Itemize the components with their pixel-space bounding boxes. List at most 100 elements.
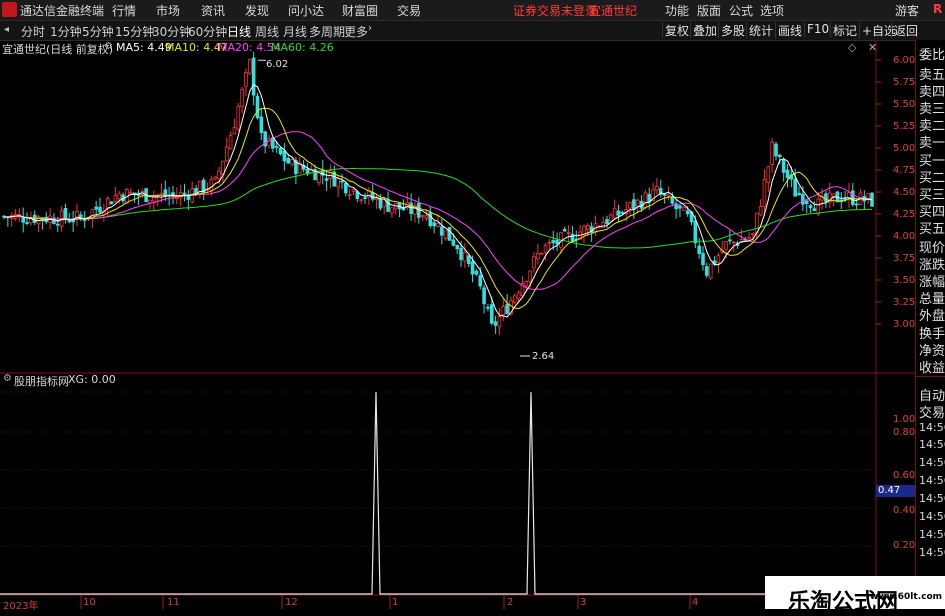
menu-xuanxiang[interactable]: 选项 xyxy=(760,2,784,19)
candle-body xyxy=(428,212,433,227)
period-5min[interactable]: 5分钟 xyxy=(82,23,114,40)
btn-huaxian[interactable]: 画线 xyxy=(775,22,804,38)
btn-diejia[interactable]: 叠加 xyxy=(690,22,719,38)
candle-body xyxy=(224,146,229,162)
menu-wenxiaoda[interactable]: 问小达 xyxy=(288,2,324,19)
period-toolbar: ◂ 分时 1分钟 5分钟 15分钟 30分钟 60分钟 日线 周线 月线 多周期… xyxy=(0,21,945,41)
period-more[interactable]: 更多 xyxy=(344,23,368,40)
candle-body xyxy=(655,185,659,191)
high-annotation: 6.02 xyxy=(266,59,289,70)
btn-fuquan[interactable]: 复权 xyxy=(662,22,691,38)
menu-gongneng[interactable]: 功能 xyxy=(665,2,689,19)
menu-hangqing[interactable]: 行情 xyxy=(112,2,136,19)
period-15min[interactable]: 15分钟 xyxy=(115,23,154,40)
candle-body xyxy=(847,192,851,199)
candle-body xyxy=(470,261,475,275)
candle-body xyxy=(363,197,367,199)
candle-body xyxy=(409,202,413,215)
period-60min[interactable]: 60分钟 xyxy=(188,23,227,40)
candle-body xyxy=(708,263,713,279)
candle-body xyxy=(359,199,363,202)
candle-body xyxy=(662,193,667,196)
candle-body xyxy=(612,207,617,219)
candle-body xyxy=(754,212,759,234)
indicator-current-value: 0.47 xyxy=(876,485,916,497)
candle-body xyxy=(824,193,828,203)
time-tick: 1 xyxy=(392,597,399,608)
menu-shichang[interactable]: 市场 xyxy=(156,2,180,19)
time-tick: 4 xyxy=(692,597,699,608)
time-tick: 2 xyxy=(507,597,514,608)
menu-banmian[interactable]: 版面 xyxy=(697,2,721,19)
candle-body xyxy=(601,222,605,229)
candle-body xyxy=(440,226,444,236)
period-fenshi[interactable]: 分时 xyxy=(21,23,45,40)
candle-body xyxy=(282,150,287,162)
period-multi[interactable]: 多周期 xyxy=(309,23,345,40)
tick-time: 14:56 xyxy=(919,510,945,523)
menu-jiaoyi[interactable]: 交易 xyxy=(397,2,421,19)
right-quote-panel: 委比 卖五 卖四 卖三 卖二 卖一 买一 买二 买三 买四 买五 现价 涨跌 涨… xyxy=(915,40,945,609)
candle-body xyxy=(774,143,778,157)
btn-duogu[interactable]: 多股 xyxy=(718,22,747,38)
menu-zixun[interactable]: 资讯 xyxy=(201,2,225,19)
menu-gongshi[interactable]: 公式 xyxy=(729,2,753,19)
indicator-xg: XG: 0.00 xyxy=(68,373,116,386)
menu-caifuquan[interactable]: 财富圈 xyxy=(342,2,378,19)
candle-body xyxy=(386,199,390,212)
candle-body xyxy=(424,215,429,219)
candle-body xyxy=(609,214,613,222)
candle-body xyxy=(620,211,625,214)
time-tick: 3 xyxy=(580,597,587,608)
candle-body xyxy=(455,245,460,250)
candle-body xyxy=(566,231,571,234)
candle-body xyxy=(804,200,809,204)
candle-body xyxy=(336,178,340,188)
period-30min[interactable]: 30分钟 xyxy=(152,23,191,40)
quote-label: 外盘 xyxy=(919,309,945,324)
btn-tongji[interactable]: 统计 xyxy=(746,22,775,38)
period-monthly[interactable]: 月线 xyxy=(283,23,307,40)
btn-f10[interactable]: F10 xyxy=(804,22,831,38)
candle-body xyxy=(486,306,490,309)
candle-body xyxy=(432,222,436,227)
collapse-arrow-icon[interactable]: ◂ xyxy=(4,24,9,35)
candle-body xyxy=(278,147,283,155)
candle-body xyxy=(79,214,83,218)
candle-body xyxy=(344,182,348,194)
r-badge[interactable]: R xyxy=(933,2,942,16)
candle-body xyxy=(478,275,483,287)
candle-body xyxy=(850,190,855,205)
stock-name-link[interactable]: 宜通世纪 xyxy=(589,2,637,19)
tick-time: 14:56 xyxy=(919,492,945,505)
auto-trade-label[interactable]: 交易 xyxy=(919,402,945,421)
candle-body xyxy=(374,198,379,201)
menu-faxian[interactable]: 发现 xyxy=(245,2,269,19)
indicator-gear-icon[interactable]: ⚙ xyxy=(3,373,12,384)
candle-body xyxy=(543,244,548,253)
candle-body xyxy=(762,179,767,207)
candle-body xyxy=(831,193,836,197)
candle-body xyxy=(32,214,37,223)
login-notice[interactable]: 证券交易未登录 xyxy=(513,2,597,19)
candle-body xyxy=(232,127,237,135)
candle-body xyxy=(751,233,755,236)
btn-biaoji[interactable]: 标记 xyxy=(830,22,859,38)
period-weekly[interactable]: 周线 xyxy=(255,23,279,40)
kline-chart[interactable] xyxy=(0,40,915,609)
watermark-url: www.60lt.com xyxy=(870,592,943,602)
btn-back[interactable]: 返回 xyxy=(891,22,920,38)
time-tick: 12 xyxy=(285,597,298,608)
candle-body xyxy=(255,95,260,119)
user-guest[interactable]: 游客 xyxy=(895,2,919,19)
candle-body xyxy=(513,295,517,303)
candle-body xyxy=(324,178,329,181)
candle-body xyxy=(351,188,356,192)
period-1min[interactable]: 1分钟 xyxy=(50,23,82,40)
more-chevron-icon[interactable]: › xyxy=(368,23,372,34)
candle-body xyxy=(286,157,291,164)
price-tick: 5.50 xyxy=(893,99,916,110)
quote-label: 委比 xyxy=(919,48,945,63)
candle-body xyxy=(489,304,494,324)
period-daily[interactable]: 日线 xyxy=(227,23,251,40)
